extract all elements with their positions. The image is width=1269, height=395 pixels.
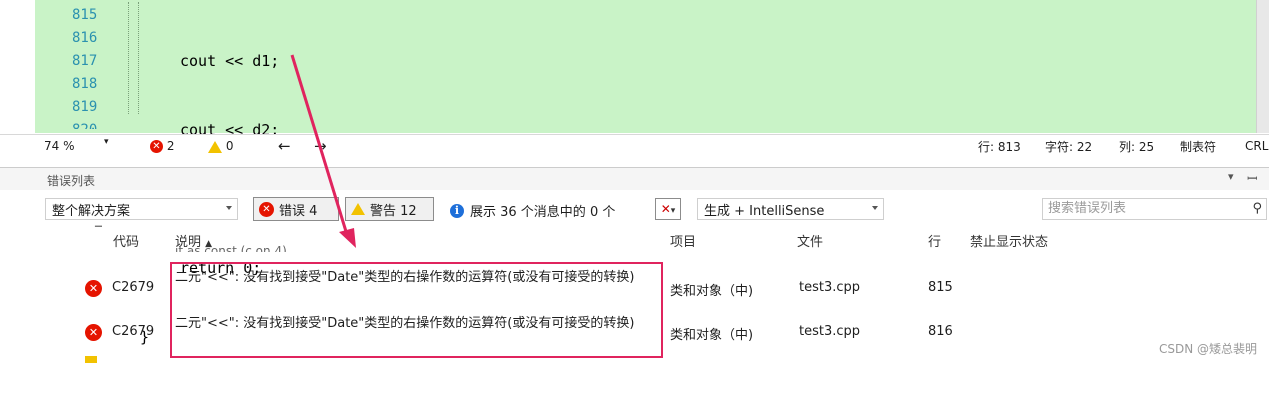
annotation-arrow-icon [290, 54, 356, 248]
watermark: CSDN @矮总裴明 [1158, 342, 1257, 356]
